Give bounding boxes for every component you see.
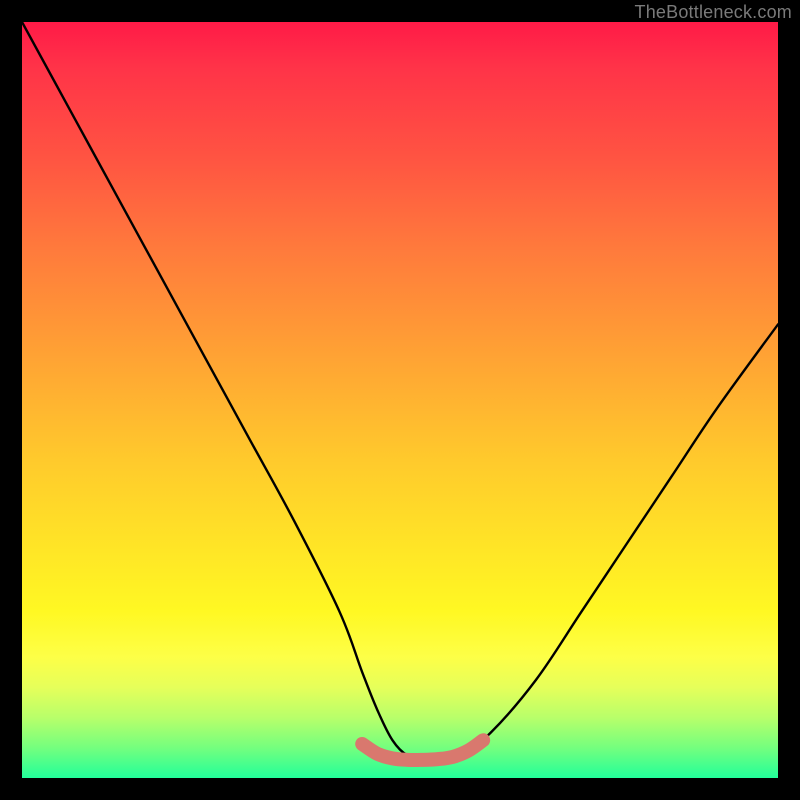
chart-frame: TheBottleneck.com xyxy=(0,0,800,800)
plot-area xyxy=(22,22,778,778)
bottleneck-curve-path xyxy=(22,22,778,757)
optimal-band-path xyxy=(362,740,483,760)
watermark-label: TheBottleneck.com xyxy=(635,2,792,23)
chart-svg xyxy=(22,22,778,778)
